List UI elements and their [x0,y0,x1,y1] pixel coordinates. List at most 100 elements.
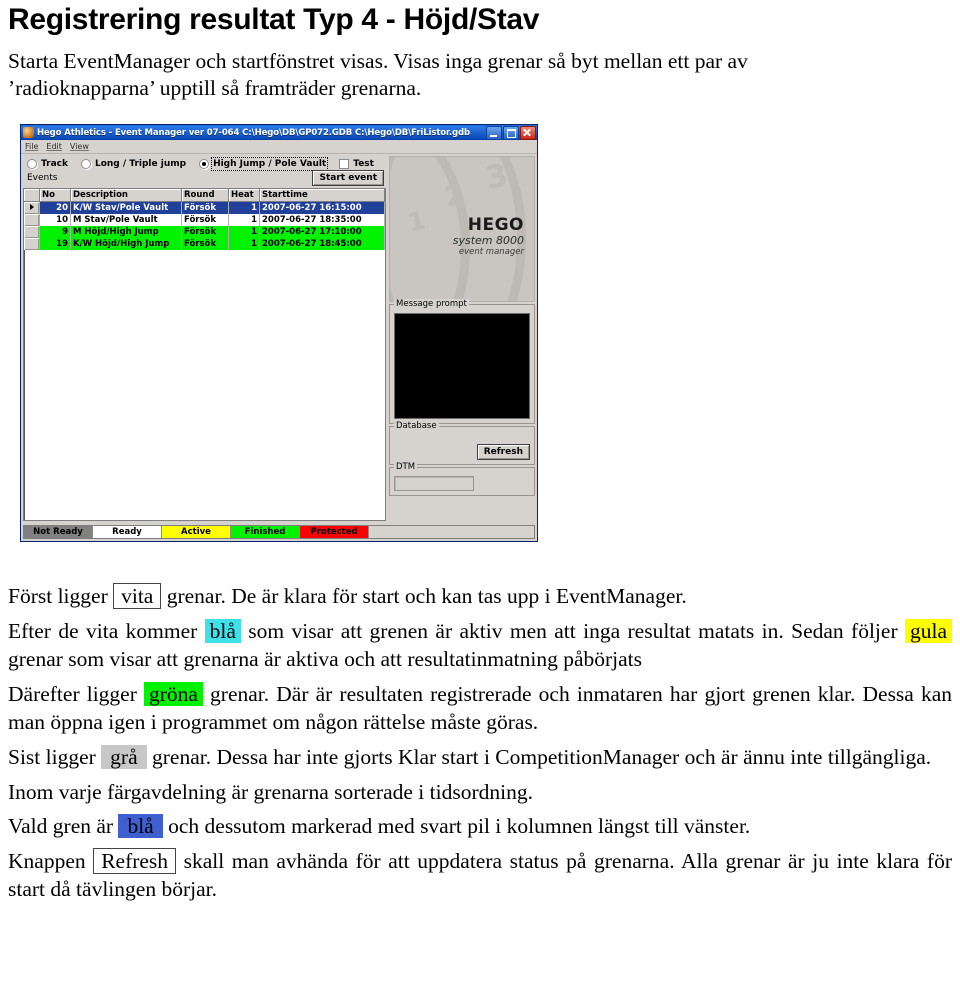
radio-high-jump-pole-vault[interactable]: High Jump / Pole Vault [199,157,329,171]
message-prompt-display [394,313,530,419]
event-type-radio-group: Track Long / Triple jump High Jump / Pol… [23,156,386,171]
minimize-icon[interactable] [486,125,502,140]
cell-heat: 1 [228,238,260,250]
events-column: Track Long / Triple jump High Jump / Pol… [23,156,386,521]
table-row[interactable]: 19 K/W Höjd/High Jump Försök 1 2007-06-2… [24,238,385,250]
menu-item-file[interactable]: File [25,142,38,151]
keyword-gula: gula [904,618,953,643]
radio-long-triple-jump-label: Long / Triple jump [94,159,187,169]
paragraph-sorting: Inom varje färgavdelning är grenarna sor… [8,779,533,804]
paragraph-white: Först ligger vita grenar. De är klara fö… [8,582,952,611]
dtm-group: DTM [389,462,535,496]
explanation-body: Först ligger vita grenar. De är klara fö… [8,582,953,904]
legend-protected: Protected [300,526,369,538]
embedded-screenshot: Hego Athletics - Event Manager ver 07-06… [20,124,538,542]
intro-line-1: Starta EventManager och startfönstret vi… [8,48,748,73]
row-marker [24,201,40,214]
cell-description: M Stav/Pole Vault [70,214,182,226]
column-starttime[interactable]: Starttime [259,189,385,202]
keyword-gra: grå [101,744,147,769]
row-marker [24,238,40,250]
events-header-row: Events Start event [23,170,386,188]
brand-subtitle: event manager [458,247,524,257]
p4-text-b: grenar. Dessa har inte gjorts Klar start… [146,744,932,769]
p1-text-b: grenar. De är klara för start och kan ta… [161,584,687,608]
cell-heat: 1 [228,214,260,226]
checkbox-test-icon [339,159,350,169]
cell-heat: 1 [228,201,260,214]
window-titlebar: Hego Athletics - Event Manager ver 07-06… [21,125,537,140]
column-heat[interactable]: Heat [228,189,260,202]
legend-filler [369,526,534,538]
message-prompt-title: Message prompt [394,299,469,309]
keyword-refresh: Refresh [93,847,177,874]
checkbox-test-label: Test [353,159,374,169]
p6-text-b: och dessutom markerad med svart pil i ko… [162,814,751,839]
cell-no: 19 [39,238,71,250]
hego-brand: HEGO system 8000 event manager [453,215,524,257]
column-marker [24,189,40,202]
window-controls [486,125,536,140]
intro-paragraph: Starta EventManager och startfönstret vi… [8,48,952,104]
legend-not-ready: Not Ready [24,526,93,538]
status-legend: Not Ready Ready Active Finished Protecte… [23,525,535,539]
events-grid[interactable]: No Description Round Heat Starttime 20 K… [23,188,386,521]
radio-high-jump-pole-vault-label: High Jump / Pole Vault [211,157,329,171]
menu-bar: File Edit View [21,140,537,154]
cell-description: K/W Höjd/High Jump [70,238,182,250]
column-description[interactable]: Description [70,189,182,202]
menu-item-edit[interactable]: Edit [46,142,62,151]
paragraph-refresh: Knappen Refresh skall man avhända för at… [8,847,952,904]
paragraph-selected: Vald gren är blå och dessutom markerad m… [8,812,952,841]
cell-starttime: 2007-06-27 18:35:00 [259,214,385,226]
dtm-field[interactable] [394,476,474,491]
table-row[interactable]: 10 M Stav/Pole Vault Försök 1 2007-06-27… [24,214,385,226]
events-label: Events [27,173,58,183]
hego-logo-panel: 1 2 3 HEGO system 8000 event manager [389,156,535,302]
cell-round: Försök [181,214,229,226]
window-footer: Not Ready Ready Active Finished Protecte… [21,523,537,541]
table-row[interactable]: 20 K/W Stav/Pole Vault Försök 1 2007-06-… [24,201,385,214]
paragraph-gray: Sist ligger grå grenar. Dessa har inte g… [8,743,952,772]
cell-description: M Höjd/High Jump [70,226,182,238]
cell-description: K/W Stav/Pole Vault [70,201,182,214]
keyword-bla-cyan: blå [204,618,241,643]
table-header-row: No Description Round Heat Starttime [24,189,385,202]
radio-track-label: Track [41,159,68,169]
radio-long-triple-jump-icon [80,159,91,169]
brand-system: system 8000 [452,234,524,247]
radio-long-triple-jump[interactable]: Long / Triple jump [80,159,187,169]
keyword-vita: vita [113,583,162,609]
window-title: Hego Athletics - Event Manager ver 07-06… [37,127,470,138]
column-no[interactable]: No [39,189,71,202]
legend-ready: Ready [93,526,162,538]
paragraph-green: Därefter ligger gröna grenar. Där är res… [8,680,952,737]
keyword-grona: gröna [143,681,203,706]
start-event-button[interactable]: Start event [312,170,384,186]
maximize-icon[interactable] [503,125,519,140]
radio-track-icon [27,159,37,169]
cell-starttime: 2007-06-27 16:15:00 [259,201,385,214]
keyword-bla-blue: blå [118,814,163,839]
row-marker [24,214,40,226]
table-row[interactable]: 9 M Höjd/High Jump Försök 1 2007-06-27 1… [24,226,385,238]
intro-line-2: ’radioknapparna’ upptill så framträder g… [8,76,422,101]
refresh-button[interactable]: Refresh [476,444,530,460]
p4-text-a: Sist ligger [8,744,102,769]
menu-item-view[interactable]: View [70,142,89,151]
cell-starttime: 2007-06-27 18:45:00 [259,238,385,250]
side-panel: 1 2 3 HEGO system 8000 event manager Mes… [389,156,535,521]
p2-text-b: som visar att grenen är aktiv men att in… [240,618,905,643]
column-round[interactable]: Round [181,189,229,202]
cell-starttime: 2007-06-27 17:10:00 [259,226,385,238]
close-icon[interactable] [520,125,536,140]
p1-text-a: Först ligger [8,584,114,608]
cell-round: Försök [181,238,229,250]
p7-text-a: Knappen [8,848,94,873]
radio-track[interactable]: Track [27,159,68,169]
checkbox-test[interactable]: Test [339,159,374,169]
cell-round: Försök [181,201,229,214]
legend-finished: Finished [231,526,300,538]
dtm-title: DTM [394,462,418,472]
page-title: Registrering resultat Typ 4 - Höjd/Stav [8,3,540,36]
